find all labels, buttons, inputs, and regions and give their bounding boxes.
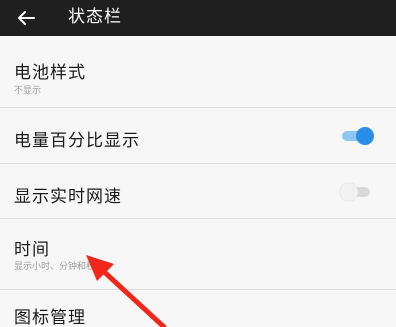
icon-management-item[interactable]: 图标管理 [0, 290, 396, 327]
network-speed-item[interactable]: 显示实时网速 [0, 164, 396, 219]
time-item[interactable]: 时间 显示小时、分钟和秒 [0, 219, 396, 290]
battery-style-item[interactable]: 电池样式 不显示 [0, 37, 396, 108]
time-title: 时间 [14, 240, 50, 260]
toggle-knob [340, 183, 358, 201]
toggle-knob [356, 127, 374, 145]
icon-management-title: 图标管理 [14, 308, 86, 327]
network-speed-toggle[interactable] [340, 181, 374, 203]
battery-percentage-item[interactable]: 电量百分比显示 [0, 108, 396, 164]
status-bar-settings-screen: 状态栏 电池样式 不显示 电量百分比显示 显示实时网速 时间 显示小时、分钟和秒… [0, 0, 396, 327]
arrow-left-icon[interactable] [14, 6, 38, 30]
battery-percentage-toggle[interactable] [340, 125, 374, 147]
page-title: 状态栏 [68, 7, 122, 27]
battery-style-value: 不显示 [14, 86, 42, 96]
battery-percentage-title: 电量百分比显示 [14, 131, 140, 151]
battery-style-title: 电池样式 [14, 63, 86, 83]
network-speed-title: 显示实时网速 [14, 187, 122, 207]
app-bar: 状态栏 [0, 0, 396, 36]
time-format-value: 显示小时、分钟和秒 [14, 262, 96, 272]
